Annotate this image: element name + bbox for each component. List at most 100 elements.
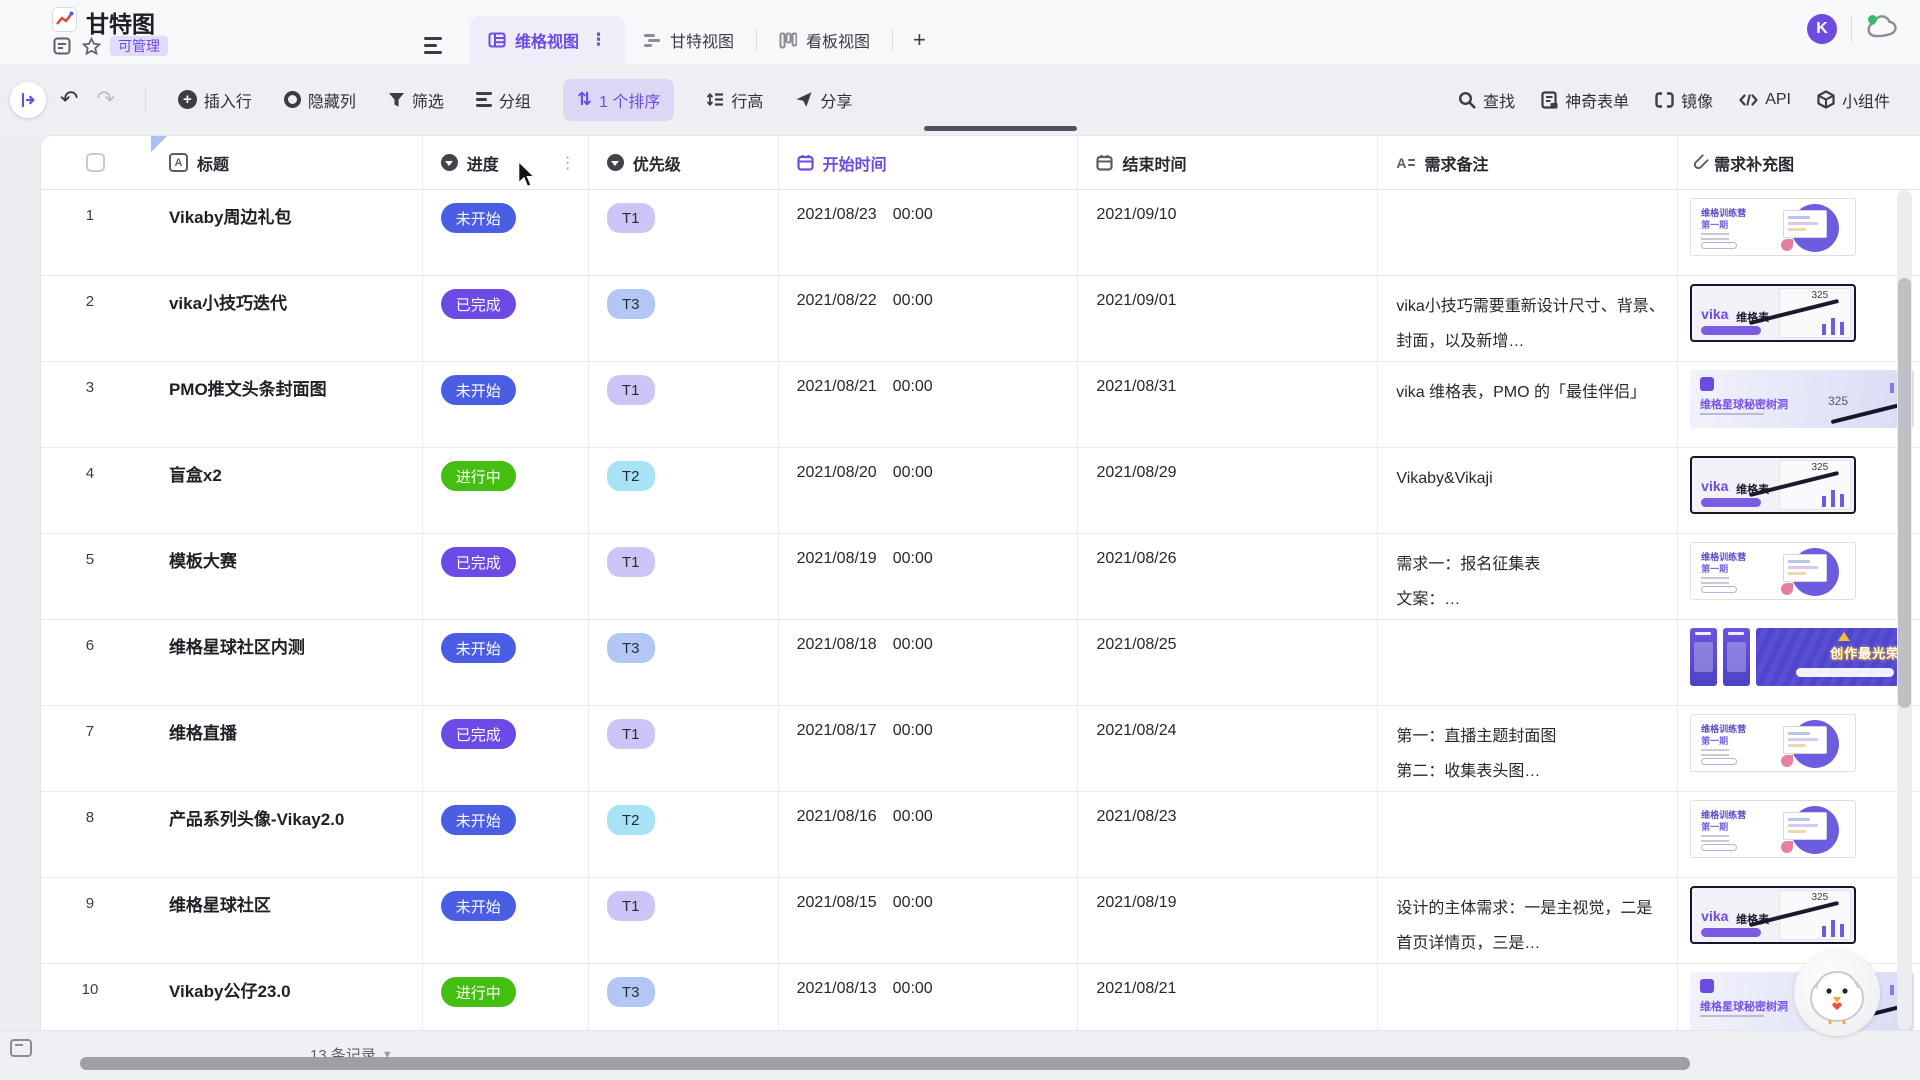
attachment-thumbnail-camp[interactable]: 维格训练营 第一期 <box>1690 800 1857 858</box>
table-row[interactable]: 1 Vikaby周边礼包 未开始 T1 2021/08/23 00:00 2021… <box>41 190 1920 276</box>
priority-cell[interactable]: T2 <box>589 448 779 533</box>
table-row[interactable]: 7 维格直播 已完成 T1 2021/08/17 00:00 2021/08/24… <box>41 706 1920 792</box>
redo-button[interactable]: ↷ <box>96 87 114 112</box>
title-cell[interactable]: 盲盒x2 <box>151 448 423 533</box>
tab-more-menu-icon[interactable]: ⋮ <box>590 30 607 50</box>
table-row[interactable]: 3 PMO推文头条封面图 未开始 T1 2021/08/21 00:00 2021… <box>41 362 1920 448</box>
start-date-cell[interactable]: 2021/08/19 00:00 <box>779 534 1079 619</box>
end-date-cell[interactable]: 2021/09/01 <box>1078 276 1379 361</box>
sort-button[interactable]: ⇅ 1 个排序 <box>562 78 675 121</box>
start-date-cell[interactable]: 2021/08/23 00:00 <box>779 190 1079 275</box>
attachment-thumbnail-poster[interactable] <box>1690 628 1718 686</box>
attachment-thumbnail-vika[interactable]: 325 vika 维格表 <box>1690 886 1857 944</box>
attachment-thumbnail-creator[interactable]: 创作最光荣 <box>1756 628 1909 686</box>
vertical-scrollbar-thumb[interactable] <box>1898 278 1911 708</box>
priority-cell[interactable]: T1 <box>589 534 779 619</box>
select-all-checkbox[interactable] <box>86 153 106 172</box>
start-date-cell[interactable]: 2021/08/17 00:00 <box>779 706 1079 791</box>
insert-row-button[interactable]: + 插入行 <box>177 88 252 112</box>
table-row[interactable]: 2 vika小技巧迭代 已完成 T3 2021/08/22 00:00 2021/… <box>41 276 1920 362</box>
hide-fields-button[interactable]: 隐藏列 <box>283 88 356 112</box>
share-button[interactable]: 分享 <box>795 88 852 112</box>
row-number-cell[interactable]: 5 <box>41 534 151 619</box>
row-number-cell[interactable]: 2 <box>41 276 151 361</box>
status-cell[interactable]: 未开始 <box>423 878 589 963</box>
row-number-cell[interactable]: 3 <box>41 362 151 447</box>
table-row[interactable]: 5 模板大赛 已完成 T1 2021/08/19 00:00 2021/08/26… <box>41 534 1920 620</box>
note-cell[interactable]: 需求一：报名征集表 文案：… <box>1378 534 1679 619</box>
title-cell[interactable]: Vikaby周边礼包 <box>151 190 423 275</box>
end-date-cell[interactable]: 2021/08/25 <box>1078 620 1379 705</box>
note-cell[interactable] <box>1378 190 1679 275</box>
undo-button[interactable]: ↶ <box>60 87 78 112</box>
magic-form-button[interactable]: 神奇表单 <box>1541 88 1629 112</box>
user-avatar[interactable]: K <box>1807 14 1837 44</box>
mirror-button[interactable]: 镜像 <box>1655 88 1713 112</box>
title-cell[interactable]: 维格直播 <box>151 706 423 791</box>
horizontal-scrollbar-thumb[interactable] <box>80 1057 1690 1070</box>
status-cell[interactable]: 未开始 <box>423 620 589 705</box>
tab-gantt-view[interactable]: 甘特视图 <box>625 16 752 64</box>
row-height-button[interactable]: 行高 <box>706 88 763 112</box>
end-date-cell[interactable]: 2021/08/19 <box>1078 878 1379 963</box>
group-button[interactable]: 分组 <box>475 88 531 112</box>
title-cell[interactable]: 产品系列头像-Vikay2.0 <box>151 792 423 877</box>
status-cell[interactable]: 已完成 <box>423 534 589 619</box>
view-list-toggle-icon[interactable] <box>424 34 448 56</box>
attachment-thumbnail-camp[interactable]: 维格训练营 第一期 <box>1690 198 1857 256</box>
attachment-thumbnail-poster[interactable] <box>1723 628 1751 686</box>
end-date-cell[interactable]: 2021/08/29 <box>1078 448 1379 533</box>
attachment-thumbnail-planet[interactable]: 维格星球秘密树洞325 <box>1690 370 1914 428</box>
status-cell[interactable]: 未开始 <box>423 362 589 447</box>
tab-kanban-view[interactable]: 看板视图 <box>761 16 888 64</box>
start-date-cell[interactable]: 2021/08/13 00:00 <box>779 964 1079 1030</box>
note-cell[interactable] <box>1378 964 1678 1030</box>
end-date-cell[interactable]: 2021/09/10 <box>1078 190 1379 275</box>
priority-cell[interactable]: T3 <box>589 276 779 361</box>
note-cell[interactable]: Vikaby&Vikaji <box>1378 448 1679 533</box>
row-number-cell[interactable]: 7 <box>41 706 151 791</box>
tab-grid-view[interactable]: 维格视图 ⋮ <box>470 16 626 64</box>
note-cell[interactable] <box>1378 620 1679 705</box>
description-icon[interactable] <box>52 36 72 56</box>
priority-cell[interactable]: T2 <box>589 792 779 877</box>
table-row[interactable]: 10 Vikaby公仔23.0 进行中 T3 2021/08/13 00:00 2… <box>41 964 1920 1030</box>
column-header-start-date[interactable]: 开始时间 <box>779 136 1079 189</box>
attachment-cell[interactable]: 维格训练营 第一期 <box>1678 534 1920 619</box>
row-number-cell[interactable]: 4 <box>41 448 151 533</box>
column-header-attachment[interactable]: 需求补充图 <box>1678 136 1920 189</box>
note-cell[interactable]: 第一：直播主题封面图 第二：收集表头图… <box>1378 706 1679 791</box>
column-menu-dots[interactable]: ⋮ <box>560 153 576 173</box>
attachment-thumbnail-camp[interactable]: 维格训练营 第一期 <box>1690 542 1857 600</box>
expand-sidebar-button[interactable] <box>10 81 46 118</box>
column-header-status[interactable]: 进度 ⋮ <box>423 136 589 189</box>
priority-cell[interactable]: T1 <box>589 706 779 791</box>
table-row[interactable]: 4 盲盒x2 进行中 T2 2021/08/20 00:00 2021/08/29… <box>41 448 1920 534</box>
row-number-cell[interactable]: 8 <box>41 792 151 877</box>
column-scroll-indicator[interactable] <box>924 126 1077 131</box>
title-cell[interactable]: vika小技巧迭代 <box>151 276 423 361</box>
find-button[interactable]: 查找 <box>1458 88 1515 112</box>
end-date-cell[interactable]: 2021/08/23 <box>1078 792 1379 877</box>
row-number-cell[interactable]: 1 <box>41 190 151 275</box>
note-cell[interactable]: 设计的主体需求：一是主视觉，二是首页详情页，三是… <box>1378 878 1679 963</box>
attachment-cell[interactable]: 创作最光荣 <box>1678 620 1920 705</box>
add-view-button[interactable]: + <box>897 16 942 64</box>
title-cell[interactable]: Vikaby公仔23.0 <box>151 964 423 1030</box>
row-number-cell[interactable]: 10 <box>41 964 151 1030</box>
status-cell[interactable]: 未开始 <box>423 190 589 275</box>
table-row[interactable]: 9 维格星球社区 未开始 T1 2021/08/15 00:00 2021/08/… <box>41 878 1920 964</box>
status-cell[interactable]: 已完成 <box>423 706 589 791</box>
status-cell[interactable]: 已完成 <box>423 276 589 361</box>
api-button[interactable]: API <box>1739 91 1791 109</box>
note-cell[interactable] <box>1378 792 1679 877</box>
title-cell[interactable]: 模板大赛 <box>151 534 423 619</box>
status-cell[interactable]: 未开始 <box>423 792 589 877</box>
star-icon[interactable] <box>81 36 101 56</box>
start-date-cell[interactable]: 2021/08/15 00:00 <box>779 878 1079 963</box>
start-date-cell[interactable]: 2021/08/22 00:00 <box>779 276 1079 361</box>
attachment-cell[interactable]: 325 vika 维格表 <box>1678 448 1920 533</box>
row-number-cell[interactable]: 6 <box>41 620 151 705</box>
filter-button[interactable]: 筛选 <box>388 88 444 112</box>
attachment-cell[interactable]: 325 vika 维格表 <box>1678 276 1920 361</box>
